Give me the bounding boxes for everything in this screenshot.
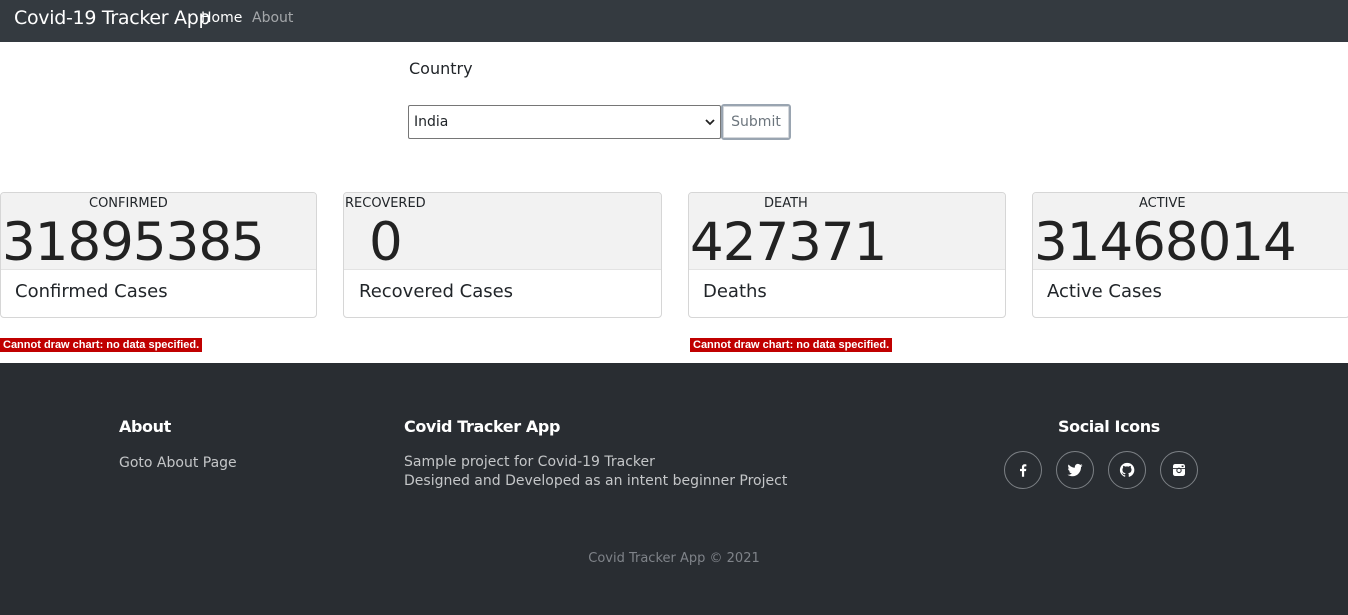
instagram-icon[interactable] [1160,451,1198,489]
nav-home-link[interactable]: Home [201,10,242,26]
footer-social-heading: Social Icons [1058,417,1160,436]
card-value: 31895385 [2,212,265,273]
brand-logo[interactable]: Covid-19 Tracker App [14,7,211,29]
chart-error-message: Cannot draw chart: no data specified. [690,338,893,352]
facebook-icon[interactable] [1004,451,1042,489]
death-card: DEATH 427371 Deaths [688,192,1006,318]
card-subtitle: Confirmed Cases [15,281,168,302]
footer-app-description: Sample project for Covid-19 Tracker [404,454,655,470]
footer-about-heading: About [119,417,171,436]
card-value: 31468014 [1034,212,1297,273]
card-header: RECOVERED 0 [344,193,661,273]
copyright-text: Covid Tracker App © 2021 [588,551,760,566]
card-subtitle: Recovered Cases [359,281,514,302]
chart-error-message: Cannot draw chart: no data specified. [0,338,203,352]
confirmed-card: CONFIRMED 31895385 Confirmed Cases [0,192,317,318]
country-select[interactable]: India [408,105,721,139]
active-card: ACTIVE 31468014 Active Cases [1032,192,1348,318]
footer-app-credit: Designed and Developed as an intent begi… [404,473,788,489]
card-subtitle: Active Cases [1047,281,1162,302]
recovered-card: RECOVERED 0 Recovered Cases [343,192,662,318]
card-value: 0 [369,212,403,273]
country-label: Country [409,59,473,78]
about-page-link[interactable]: Goto About Page [119,454,237,473]
card-subtitle: Deaths [703,281,767,302]
footer: About Goto About Page Covid Tracker App … [0,363,1348,615]
github-icon[interactable] [1108,451,1146,489]
card-value: 427371 [690,212,887,273]
chevron-down-icon [705,119,715,126]
navbar: Covid-19 Tracker App Home About [0,0,1348,42]
card-header: ACTIVE 31468014 [1033,193,1348,273]
submit-button[interactable]: Submit [721,104,791,140]
footer-app-heading: Covid Tracker App [404,417,561,436]
nav-about-link[interactable]: About [252,10,293,26]
twitter-icon[interactable] [1056,451,1094,489]
country-select-value: India [414,114,449,130]
card-header: CONFIRMED 31895385 [1,193,316,273]
card-header: DEATH 427371 [689,193,1005,273]
